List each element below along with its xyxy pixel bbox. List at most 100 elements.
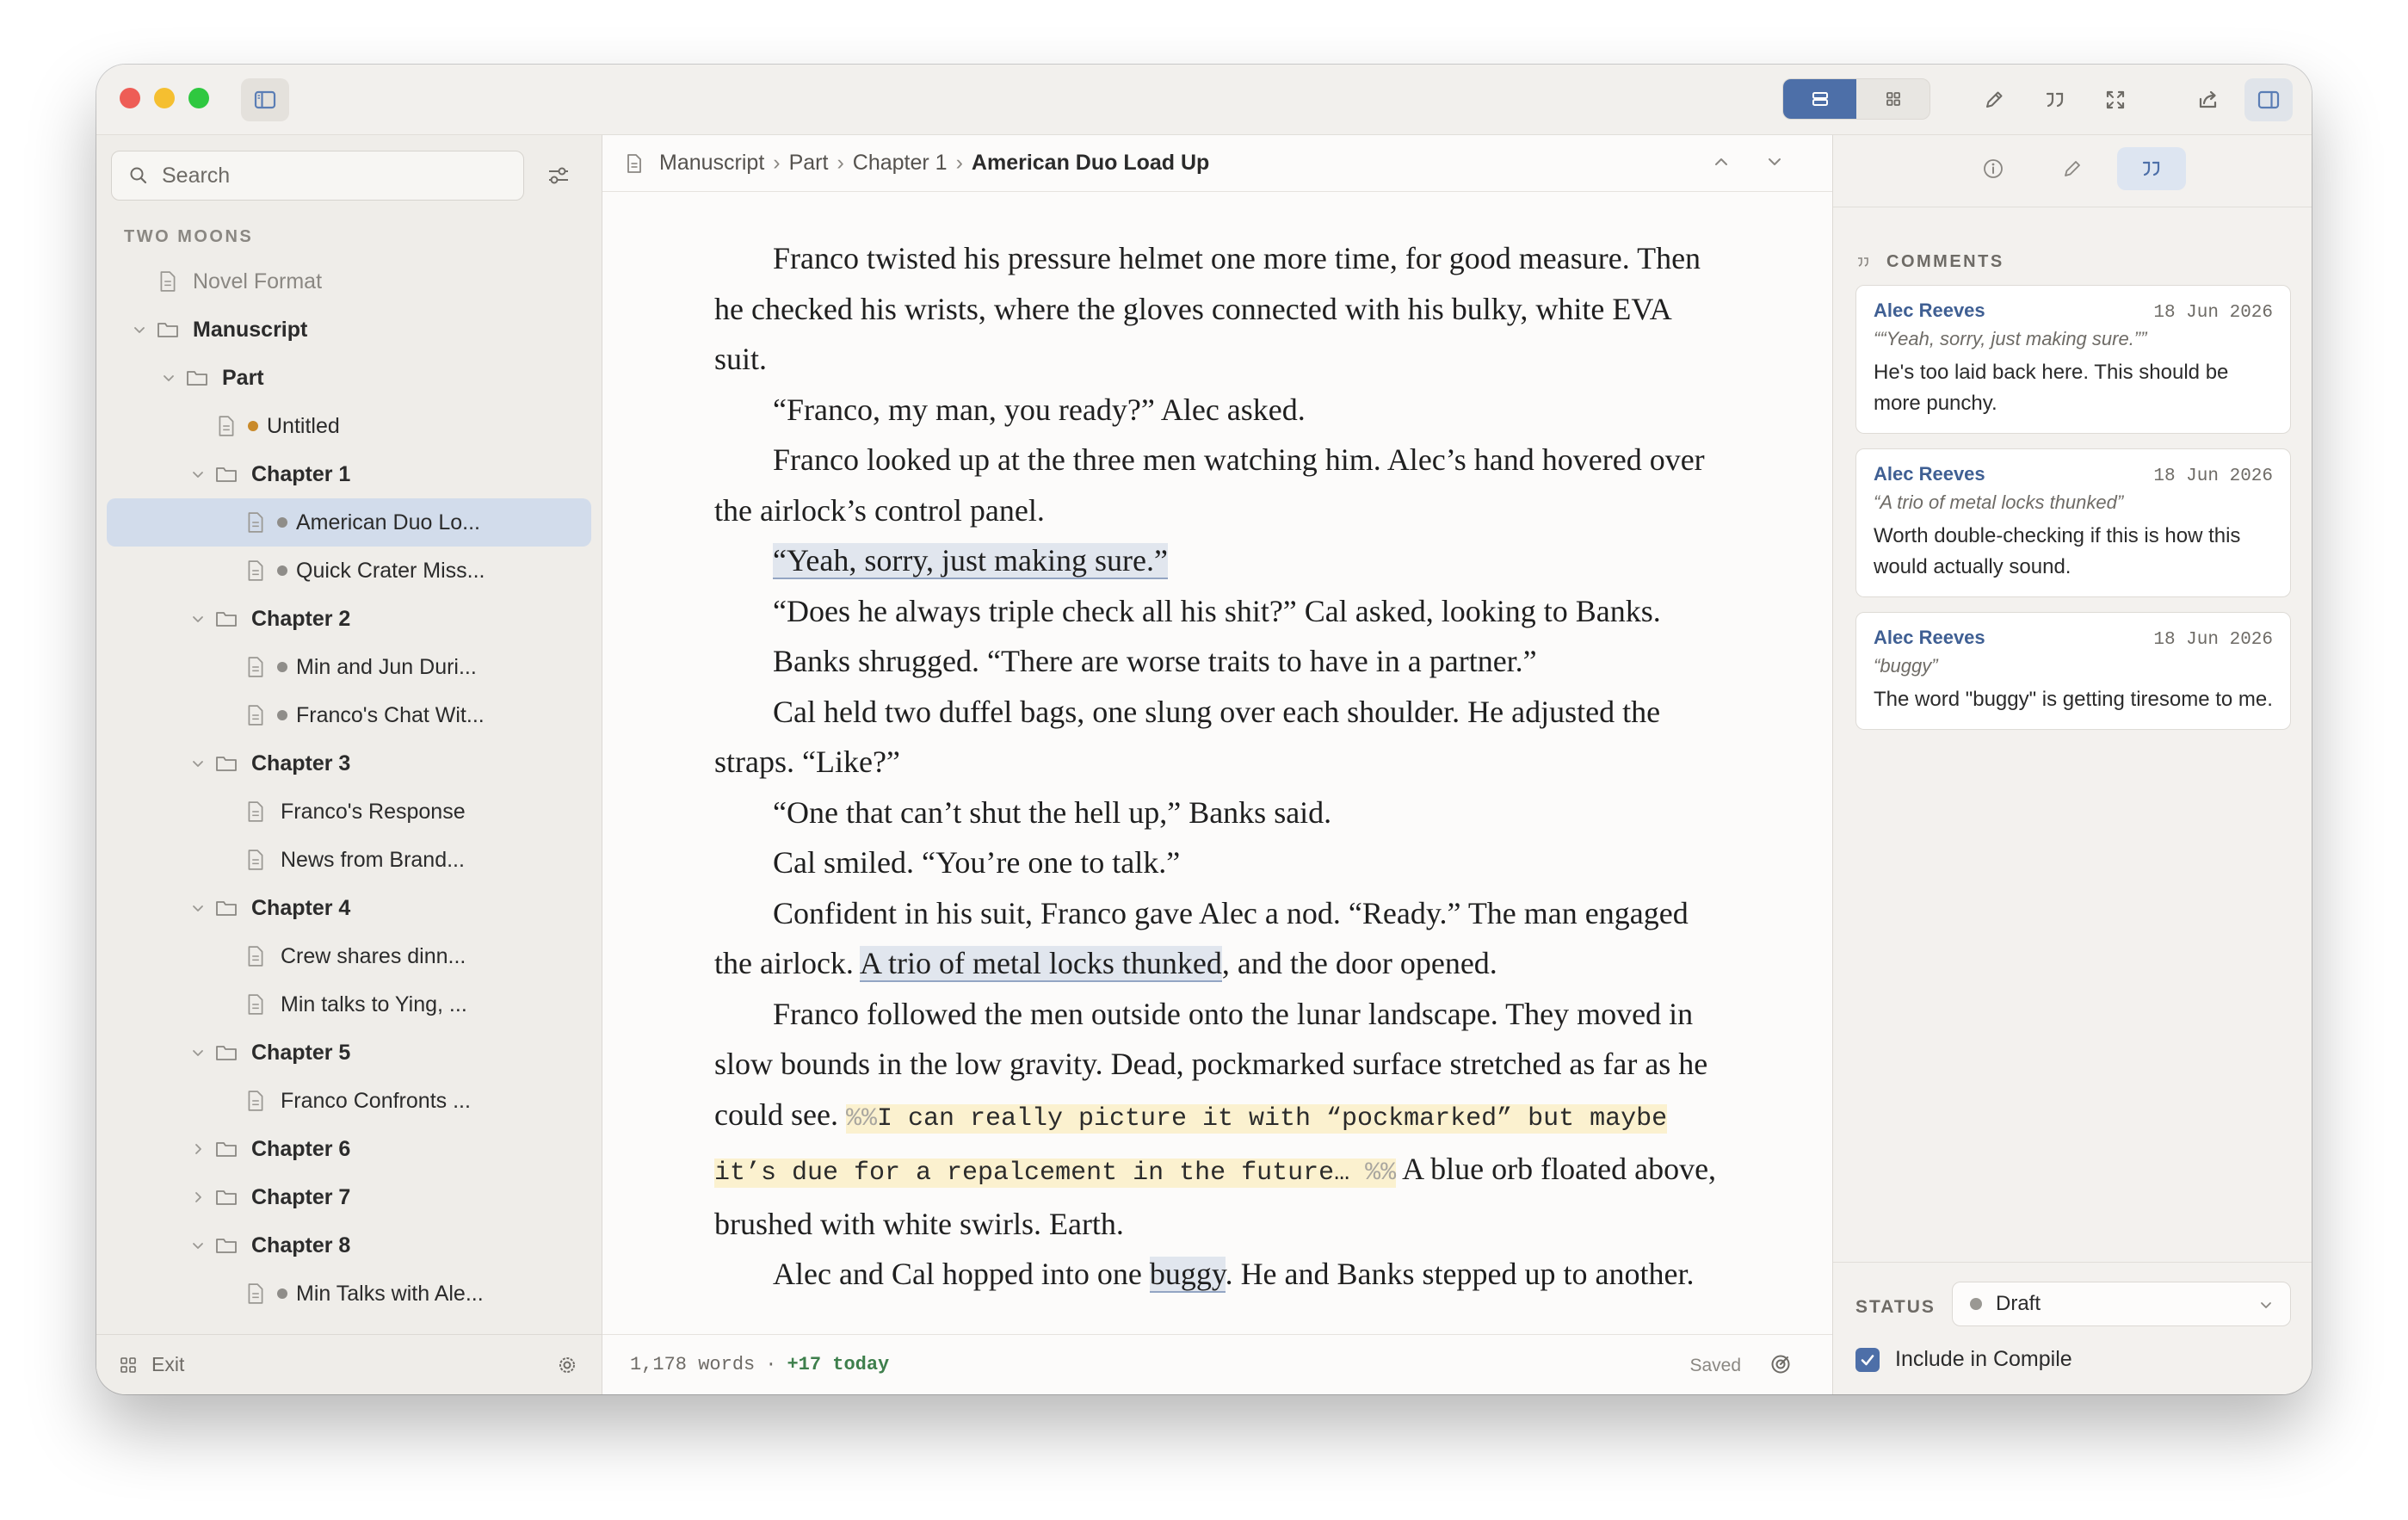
binder-folder[interactable]: Chapter 5 [107, 1029, 591, 1077]
disclosure-toggle [215, 703, 239, 727]
commented-text[interactable]: “Yeah, sorry, just making sure.” [773, 543, 1168, 579]
disclosure-toggle[interactable] [186, 751, 210, 775]
disclosure-toggle [215, 944, 239, 968]
binder-folder[interactable]: Chapter 8 [107, 1221, 591, 1270]
binder-document[interactable]: Franco's Chat Wit... [107, 691, 591, 739]
search-input[interactable] [162, 163, 489, 188]
binder-document[interactable]: Untitled [107, 402, 591, 450]
binder-folder[interactable]: Chapter 2 [107, 595, 591, 643]
search-icon [130, 167, 147, 184]
chevron-down-icon [193, 472, 203, 478]
pencil-icon [2065, 161, 2080, 176]
include-in-compile-checkbox[interactable] [1855, 1347, 1880, 1372]
annotation-marker: %% [1365, 1159, 1397, 1188]
chevron-up-icon[interactable] [1712, 152, 1731, 171]
paragraph: Franco twisted his pressure helmet one m… [714, 241, 1701, 376]
tab-notes[interactable] [2038, 147, 2107, 190]
comment-header: Alec Reeves 18 Jun 2026 [1874, 463, 2273, 486]
target-icon[interactable] [1769, 1352, 1793, 1376]
binder-folder[interactable]: Chapter 3 [107, 739, 591, 788]
binder-folder[interactable]: Chapter 6 [107, 1125, 591, 1173]
document-icon-wrap [243, 558, 269, 584]
include-in-compile: Include in Compile [1855, 1347, 2072, 1372]
disclosure-toggle[interactable] [186, 896, 210, 920]
filter-icon[interactable] [544, 161, 573, 190]
status-value: Draft [1996, 1292, 2041, 1315]
tab-info[interactable] [1959, 147, 2028, 190]
document-icon [248, 512, 263, 533]
folder-icon-wrap [213, 751, 239, 776]
folder-icon-wrap [213, 461, 239, 487]
binder-document[interactable]: Min and Jun Duri... [107, 643, 591, 691]
toggle-sidebar-button[interactable] [241, 78, 289, 121]
disclosure-toggle[interactable] [127, 318, 151, 342]
minimize-window-button[interactable] [154, 88, 175, 108]
binder-document[interactable]: Crew shares dinn... [107, 932, 591, 980]
binder-document[interactable]: Min Talks with Ale... [107, 1270, 591, 1318]
manuscript-text[interactable]: Franco twisted his pressure helmet one m… [714, 233, 1730, 1300]
breadcrumb-item-part[interactable]: Part [789, 151, 829, 176]
folder-icon-wrap [213, 1233, 239, 1258]
grid-view-button[interactable] [1856, 79, 1929, 119]
disclosure-toggle[interactable] [186, 462, 210, 486]
binder-document[interactable]: Novel Format [107, 257, 591, 306]
disclosure-toggle[interactable] [186, 1233, 210, 1257]
breadcrumb-current: American Duo Load Up [971, 151, 1210, 175]
document-icon [160, 271, 176, 292]
disclosure-toggle[interactable] [186, 1041, 210, 1065]
comment-card[interactable]: Alec Reeves 18 Jun 2026 “A trio of metal… [1855, 448, 2291, 597]
binder-document[interactable]: Franco Confronts ... [107, 1077, 591, 1125]
gear-icon[interactable] [556, 1354, 578, 1376]
binder-document[interactable]: American Duo Lo... [107, 498, 591, 547]
binder-document[interactable]: Quick Crater Miss... [107, 547, 591, 595]
focus-mode-button[interactable] [2091, 78, 2139, 121]
binder-folder[interactable]: Part [107, 354, 591, 402]
close-window-button[interactable] [120, 88, 140, 108]
paragraph: “Franco, my man, you ready?” Alec asked. [773, 392, 1306, 427]
quote-icon [2142, 161, 2160, 176]
binder-document[interactable]: Franco's Response [107, 788, 591, 836]
disclosure-toggle[interactable] [186, 607, 210, 631]
disclosure-toggle[interactable] [186, 1185, 210, 1209]
binder-folder[interactable]: Manuscript [107, 306, 591, 354]
comment-text: Worth double-checking if this is how thi… [1874, 524, 2241, 578]
breadcrumb-item-chapter[interactable]: Chapter 1 [853, 151, 948, 176]
binder-folder[interactable]: Chapter 7 [107, 1173, 591, 1221]
binder-item-label: Min and Jun Duri... [296, 654, 477, 679]
folder-icon [216, 901, 237, 916]
toggle-inspector-button[interactable] [2244, 78, 2293, 121]
disclosure-toggle [215, 510, 239, 534]
comments-button[interactable] [2031, 78, 2079, 121]
commented-text[interactable]: buggy [1149, 1257, 1226, 1293]
commented-text[interactable]: A trio of metal locks thunked [859, 946, 1222, 982]
disclosure-toggle[interactable] [157, 366, 181, 390]
editor-pane: Manuscript › Part › Chapter 1 › American… [602, 135, 1832, 1394]
binder-folder[interactable]: Chapter 4 [107, 884, 591, 932]
document-icon [248, 705, 263, 726]
tab-comments[interactable] [2117, 147, 2186, 190]
comment-author: Alec Reeves [1874, 463, 1985, 485]
comment-card[interactable]: Alec Reeves 18 Jun 2026 “buggy” The word… [1855, 612, 2291, 730]
status-select[interactable]: Draft [1952, 1282, 2291, 1326]
binder-folder[interactable]: Chapter 1 [107, 450, 591, 498]
label-dot [277, 565, 287, 576]
edit-button[interactable] [1970, 78, 2018, 121]
breadcrumb-item-manuscript[interactable]: Manuscript [659, 151, 764, 176]
paragraph: “One that can’t shut the hell up,” Banks… [773, 794, 1332, 830]
comment-date: 18 Jun 2026 [2153, 467, 2273, 486]
binder-item-label: Chapter 8 [251, 1233, 351, 1257]
chevron-down-icon [134, 327, 145, 333]
text-run: , and the door opened. [1221, 946, 1497, 980]
comment-card[interactable]: Alec Reeves 18 Jun 2026 ““Yeah, sorry, j… [1855, 285, 2291, 434]
document-icon [248, 850, 263, 870]
exit-button[interactable]: Exit [119, 1353, 184, 1376]
zoom-window-button[interactable] [188, 88, 209, 108]
chevron-down-icon[interactable] [1765, 152, 1784, 171]
binder-document[interactable]: Min talks to Ying, ... [107, 980, 591, 1029]
editor-view-button[interactable] [1783, 79, 1856, 119]
binder-document[interactable]: News from Brand... [107, 836, 591, 884]
share-button[interactable] [2184, 78, 2232, 121]
binder-item-label: Chapter 3 [251, 751, 351, 775]
comment-date: 18 Jun 2026 [2153, 303, 2273, 323]
disclosure-toggle[interactable] [186, 1137, 210, 1161]
